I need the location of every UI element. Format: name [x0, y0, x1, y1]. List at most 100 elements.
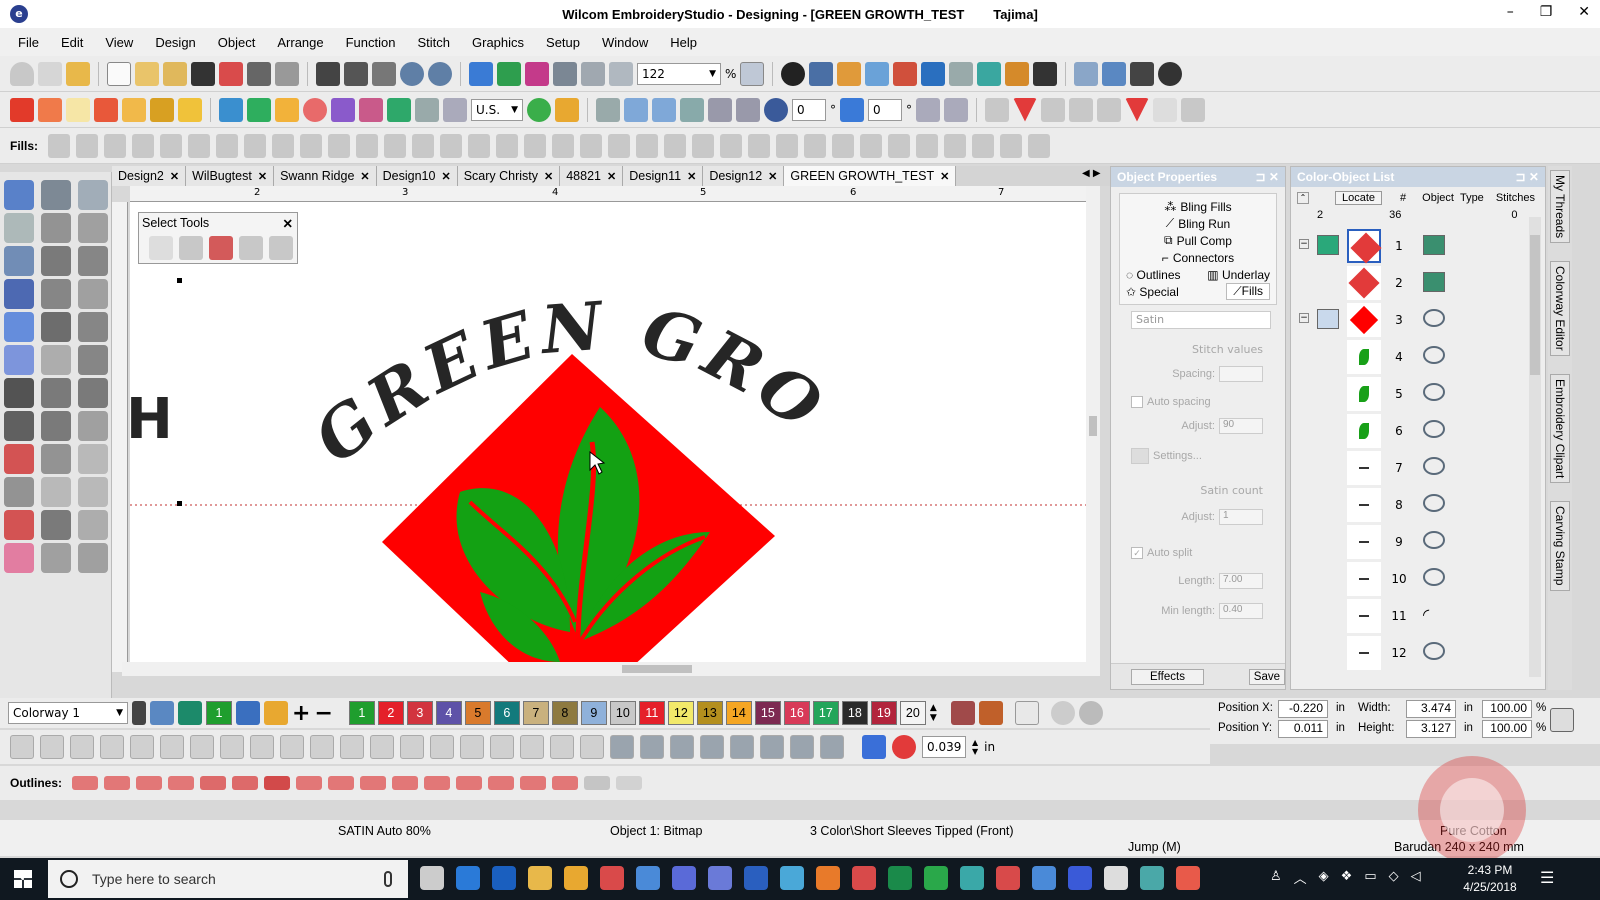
- spin-icon[interactable]: ▲ ▼: [972, 738, 978, 756]
- people-icon[interactable]: [331, 97, 355, 122]
- expand-collapse-icon[interactable]: −: [1299, 239, 1309, 249]
- column-icon[interactable]: [150, 97, 174, 122]
- align-bottom-icon[interactable]: [280, 735, 304, 759]
- spacing-field[interactable]: [1219, 366, 1263, 382]
- settings-icon[interactable]: [1131, 448, 1149, 464]
- trim-icon[interactable]: [550, 735, 574, 759]
- network-icon[interactable]: ◈: [1319, 868, 1329, 887]
- app-logo-icon[interactable]: e: [10, 5, 28, 23]
- distribute-h-icon[interactable]: [310, 735, 334, 759]
- weld-icon[interactable]: [520, 735, 544, 759]
- flat-fill-icon[interactable]: [720, 133, 743, 158]
- list-item[interactable]: 9: [1291, 523, 1521, 560]
- circle-tool-icon[interactable]: [78, 378, 108, 408]
- sleeve-icon[interactable]: [303, 97, 327, 122]
- side-tab-colorway-editor[interactable]: Colorway Editor: [1550, 261, 1570, 356]
- volume-icon[interactable]: ◁: [1411, 868, 1421, 887]
- outline-style-10-icon[interactable]: [360, 776, 387, 790]
- width-field[interactable]: 3.474: [1406, 700, 1456, 718]
- units-combo[interactable]: U.S. ▼: [471, 98, 523, 121]
- outline-color-icon[interactable]: [862, 735, 886, 759]
- wilcom-active-icon[interactable]: [1068, 866, 1092, 890]
- clock[interactable]: 2:43 PM 4/25/2018: [1460, 862, 1520, 896]
- combine-icon[interactable]: [640, 735, 664, 759]
- list-item[interactable]: 10: [1291, 560, 1521, 597]
- rotate-tool-icon[interactable]: [41, 213, 71, 243]
- ladder-fill-icon[interactable]: [860, 133, 883, 158]
- button-tool-icon[interactable]: [78, 444, 108, 474]
- align-mid-icon[interactable]: [1097, 97, 1121, 122]
- position-x-field[interactable]: -0.220: [1278, 700, 1328, 718]
- settings-icon[interactable]: [1158, 61, 1183, 86]
- save-design-icon[interactable]: [1130, 61, 1155, 86]
- trapunto-fill-icon[interactable]: [468, 133, 491, 158]
- monogram-tool-icon[interactable]: [4, 312, 34, 342]
- taskbar-search[interactable]: Type here to search: [48, 860, 408, 898]
- table-icon[interactable]: [415, 97, 439, 122]
- thread-icon[interactable]: [950, 701, 975, 725]
- file-explorer-icon[interactable]: [528, 866, 552, 890]
- tab-special[interactable]: ✩ Special: [1126, 285, 1179, 299]
- heart-tool-icon[interactable]: [41, 345, 71, 375]
- position-y-field[interactable]: 0.011: [1278, 720, 1328, 738]
- step-fill-icon[interactable]: [132, 133, 155, 158]
- copy-icon[interactable]: [344, 61, 368, 86]
- menu-item-view[interactable]: View: [105, 35, 133, 50]
- list-item[interactable]: 6: [1291, 412, 1521, 449]
- freehand-tool-icon[interactable]: [41, 477, 71, 507]
- tab-underlay[interactable]: ▥ Underlay: [1207, 268, 1270, 282]
- lattice-fill-icon[interactable]: [412, 133, 435, 158]
- color-swatch-20[interactable]: 20: [899, 701, 926, 725]
- list-item[interactable]: 12: [1291, 634, 1521, 671]
- list-item[interactable]: 8: [1291, 486, 1521, 523]
- app7-icon[interactable]: [1176, 866, 1200, 890]
- list-item[interactable]: 11 ◜: [1291, 597, 1521, 634]
- list-item[interactable]: 5: [1291, 375, 1521, 412]
- app2-icon[interactable]: [780, 866, 804, 890]
- color-swatch-16[interactable]: 16: [783, 701, 810, 725]
- hand-icon[interactable]: [38, 61, 62, 86]
- measure-tool-icon[interactable]: [4, 510, 34, 540]
- app6-icon[interactable]: [1140, 866, 1164, 890]
- ellipse-tool-icon[interactable]: [41, 312, 71, 342]
- menu-item-arrange[interactable]: Arrange: [277, 35, 323, 50]
- windows-start-icon[interactable]: [14, 870, 32, 888]
- undo-icon[interactable]: [400, 61, 424, 86]
- color-swatch-6[interactable]: 6: [493, 701, 520, 725]
- slant-icon[interactable]: [840, 97, 864, 122]
- box-icon[interactable]: [387, 97, 411, 122]
- cushion-tool-icon[interactable]: [4, 477, 34, 507]
- tab-outlines[interactable]: ◌ Outlines: [1126, 268, 1181, 282]
- center-hoop-icon[interactable]: [490, 735, 514, 759]
- menu-item-setup[interactable]: Setup: [546, 35, 580, 50]
- open-folder-icon[interactable]: [163, 61, 187, 86]
- chevron-fill-icon[interactable]: [692, 133, 715, 158]
- zoom-tool-icon[interactable]: [78, 543, 108, 573]
- eyedropper-icon[interactable]: [236, 701, 260, 725]
- reshape-icon[interactable]: [736, 97, 760, 122]
- close-tab-icon[interactable]: ✕: [360, 170, 369, 183]
- sculpture-fill-icon[interactable]: [552, 133, 575, 158]
- break-apart-icon[interactable]: [610, 735, 634, 759]
- effects-button[interactable]: Effects: [1131, 668, 1204, 685]
- tab-bling-fills[interactable]: ⁂ Bling Fills: [1126, 198, 1270, 215]
- outline-style-12-icon[interactable]: [424, 776, 451, 790]
- align-up-icon[interactable]: [1041, 97, 1065, 122]
- stitch-player-icon[interactable]: [469, 61, 493, 86]
- star-icon[interactable]: [275, 97, 299, 122]
- close-tab-icon[interactable]: ✕: [940, 170, 949, 183]
- align-top-icon[interactable]: [220, 735, 244, 759]
- close-tab-icon[interactable]: ✕: [258, 170, 267, 183]
- restore-button[interactable]: ❐: [1540, 4, 1553, 20]
- select-lasso-icon[interactable]: [269, 236, 293, 260]
- more-fill-icon[interactable]: [1028, 133, 1051, 158]
- gallery-icon[interactable]: [1033, 61, 1058, 86]
- fancy-fill-icon[interactable]: [160, 133, 183, 158]
- list-item[interactable]: −3: [1291, 301, 1521, 338]
- branch-tool-icon[interactable]: [78, 246, 108, 276]
- horizontal-scrollbar[interactable]: [122, 662, 1088, 676]
- align-top-icon[interactable]: [985, 97, 1009, 122]
- tab-design11[interactable]: Design11 ✕: [623, 166, 704, 186]
- ungroup-icon[interactable]: [40, 735, 64, 759]
- list-item[interactable]: 4: [1291, 338, 1521, 375]
